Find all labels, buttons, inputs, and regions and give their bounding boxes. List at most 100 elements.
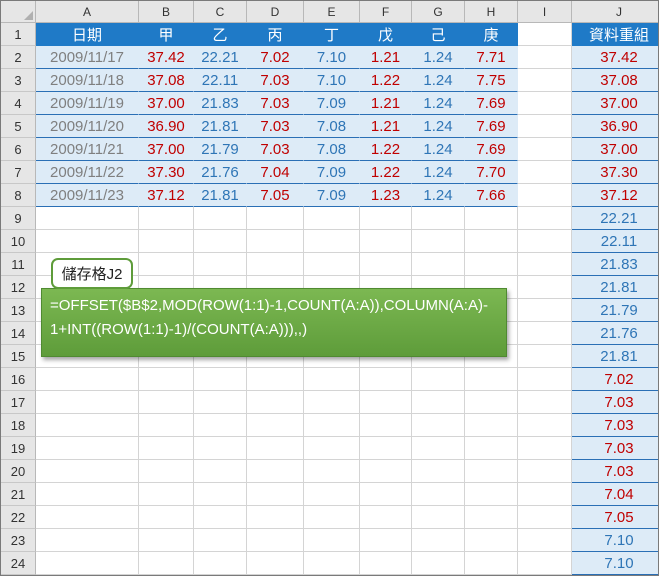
cell-h9[interactable] — [465, 207, 518, 230]
row-header-17[interactable]: 17 — [1, 391, 36, 414]
cell-g17[interactable] — [412, 391, 465, 414]
cell-i3[interactable] — [518, 69, 572, 92]
cell-g4[interactable]: 1.24 — [412, 92, 465, 115]
cell-g7[interactable]: 1.24 — [412, 161, 465, 184]
cell-i11[interactable] — [518, 253, 572, 276]
cell-j19[interactable]: 7.03 — [572, 437, 658, 460]
cell-b6[interactable]: 37.00 — [139, 138, 194, 161]
cell-j24[interactable]: 7.10 — [572, 552, 658, 575]
cell-g11[interactable] — [412, 253, 465, 276]
cell-b4[interactable]: 37.00 — [139, 92, 194, 115]
cell-a24[interactable] — [36, 552, 139, 575]
cell-h4[interactable]: 7.69 — [465, 92, 518, 115]
cell-d22[interactable] — [247, 506, 304, 529]
cell-f1[interactable]: 戊 — [360, 23, 412, 46]
cell-h23[interactable] — [465, 529, 518, 552]
cell-h21[interactable] — [465, 483, 518, 506]
cell-a9[interactable] — [36, 207, 139, 230]
cell-h10[interactable] — [465, 230, 518, 253]
cell-g16[interactable] — [412, 368, 465, 391]
column-header-b[interactable]: B — [139, 1, 194, 23]
cell-e2[interactable]: 7.10 — [304, 46, 360, 69]
cell-a18[interactable] — [36, 414, 139, 437]
cell-b16[interactable] — [139, 368, 194, 391]
cell-e11[interactable] — [304, 253, 360, 276]
cell-d8[interactable]: 7.05 — [247, 184, 304, 207]
row-header-1[interactable]: 1 — [1, 23, 36, 46]
cell-i1[interactable] — [518, 23, 572, 46]
row-header-21[interactable]: 21 — [1, 483, 36, 506]
cell-i15[interactable] — [518, 345, 572, 368]
cell-g5[interactable]: 1.24 — [412, 115, 465, 138]
cell-e1[interactable]: 丁 — [304, 23, 360, 46]
cell-b24[interactable] — [139, 552, 194, 575]
cell-f20[interactable] — [360, 460, 412, 483]
cell-g20[interactable] — [412, 460, 465, 483]
cell-g8[interactable]: 1.24 — [412, 184, 465, 207]
cell-d18[interactable] — [247, 414, 304, 437]
cell-d16[interactable] — [247, 368, 304, 391]
cell-b2[interactable]: 37.42 — [139, 46, 194, 69]
cell-f9[interactable] — [360, 207, 412, 230]
cell-a20[interactable] — [36, 460, 139, 483]
cell-d6[interactable]: 7.03 — [247, 138, 304, 161]
cell-d10[interactable] — [247, 230, 304, 253]
cell-j2[interactable]: 37.42 — [572, 46, 658, 69]
cell-h16[interactable] — [465, 368, 518, 391]
cell-i10[interactable] — [518, 230, 572, 253]
cell-c4[interactable]: 21.83 — [194, 92, 247, 115]
cell-b1[interactable]: 甲 — [139, 23, 194, 46]
cell-i5[interactable] — [518, 115, 572, 138]
cell-g21[interactable] — [412, 483, 465, 506]
cell-d23[interactable] — [247, 529, 304, 552]
cell-d20[interactable] — [247, 460, 304, 483]
cell-f19[interactable] — [360, 437, 412, 460]
cell-f10[interactable] — [360, 230, 412, 253]
cell-b22[interactable] — [139, 506, 194, 529]
cell-i24[interactable] — [518, 552, 572, 575]
cell-i17[interactable] — [518, 391, 572, 414]
row-header-18[interactable]: 18 — [1, 414, 36, 437]
cell-c22[interactable] — [194, 506, 247, 529]
cell-g23[interactable] — [412, 529, 465, 552]
column-header-a[interactable]: A — [36, 1, 139, 23]
cell-b9[interactable] — [139, 207, 194, 230]
cell-j10[interactable]: 22.11 — [572, 230, 658, 253]
column-header-i[interactable]: I — [518, 1, 572, 23]
cell-e4[interactable]: 7.09 — [304, 92, 360, 115]
cell-b5[interactable]: 36.90 — [139, 115, 194, 138]
cell-c23[interactable] — [194, 529, 247, 552]
cell-j7[interactable]: 37.30 — [572, 161, 658, 184]
cell-c9[interactable] — [194, 207, 247, 230]
cell-f2[interactable]: 1.21 — [360, 46, 412, 69]
cell-c10[interactable] — [194, 230, 247, 253]
cell-d7[interactable]: 7.04 — [247, 161, 304, 184]
cell-j9[interactable]: 22.21 — [572, 207, 658, 230]
select-all-corner[interactable] — [1, 1, 36, 23]
row-header-4[interactable]: 4 — [1, 92, 36, 115]
cell-i7[interactable] — [518, 161, 572, 184]
cell-i22[interactable] — [518, 506, 572, 529]
cell-h19[interactable] — [465, 437, 518, 460]
cell-g22[interactable] — [412, 506, 465, 529]
cell-h20[interactable] — [465, 460, 518, 483]
cell-b17[interactable] — [139, 391, 194, 414]
cell-a3[interactable]: 2009/11/18 — [36, 69, 139, 92]
cell-i21[interactable] — [518, 483, 572, 506]
cell-h5[interactable]: 7.69 — [465, 115, 518, 138]
cell-b8[interactable]: 37.12 — [139, 184, 194, 207]
row-header-23[interactable]: 23 — [1, 529, 36, 552]
column-header-g[interactable]: G — [412, 1, 465, 23]
cell-i20[interactable] — [518, 460, 572, 483]
cell-e7[interactable]: 7.09 — [304, 161, 360, 184]
cell-f21[interactable] — [360, 483, 412, 506]
cell-a10[interactable] — [36, 230, 139, 253]
cell-j3[interactable]: 37.08 — [572, 69, 658, 92]
cell-a5[interactable]: 2009/11/20 — [36, 115, 139, 138]
cell-f18[interactable] — [360, 414, 412, 437]
row-header-9[interactable]: 9 — [1, 207, 36, 230]
cell-c8[interactable]: 21.81 — [194, 184, 247, 207]
cell-e23[interactable] — [304, 529, 360, 552]
column-header-j[interactable]: J — [572, 1, 658, 23]
row-header-12[interactable]: 12 — [1, 276, 36, 299]
